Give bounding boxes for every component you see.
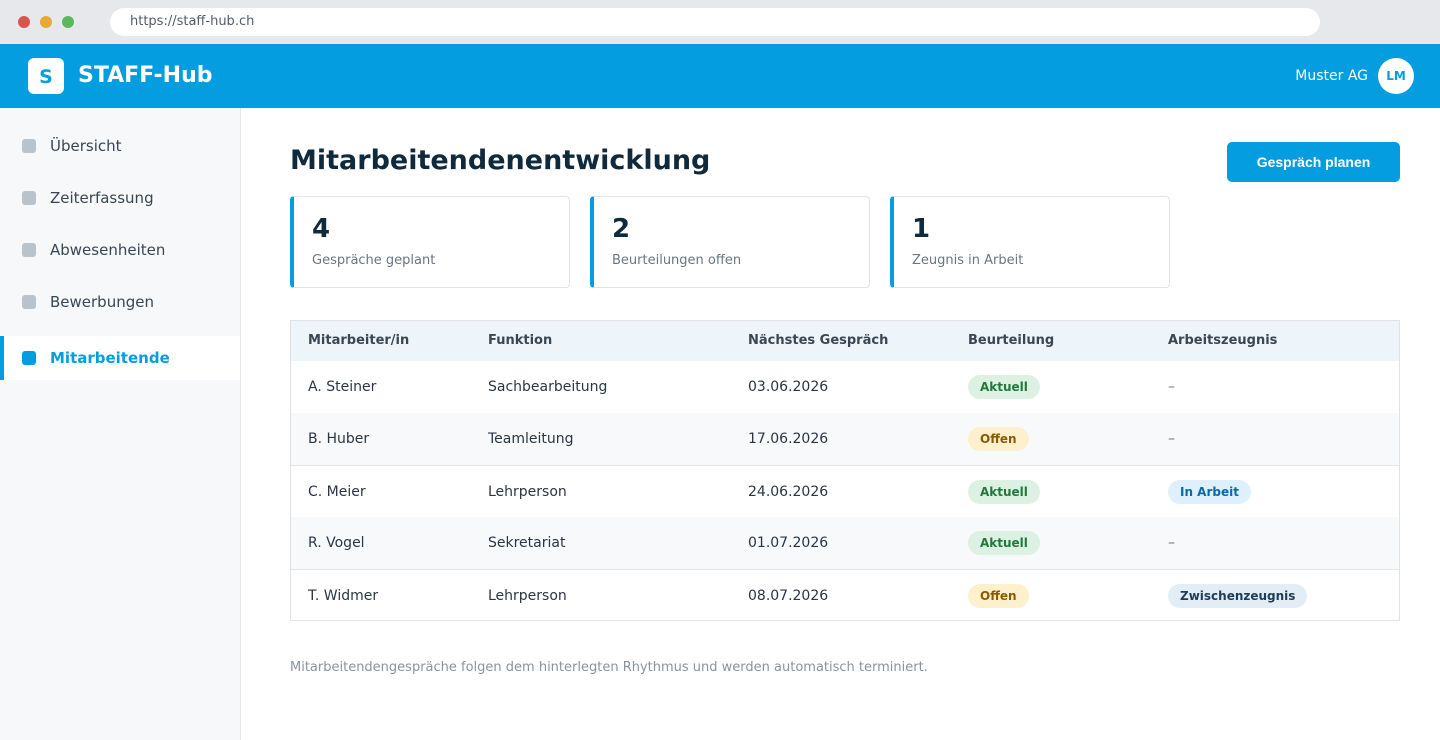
certificate-badge[interactable]: In Arbeit [1168,480,1251,504]
stat-label: Zeugnis in Arbeit [912,253,1024,268]
stat-label: Beurteilungen offen [612,253,742,268]
sidebar-item-bewerbungen[interactable]: Bewerbungen [0,280,240,324]
sidebar-item-label: Abwesenheiten [50,241,166,259]
absences-icon [22,243,36,257]
stat-card-certificates: 1 Zeugnis in Arbeit [890,196,1170,288]
table-row[interactable]: C. Meier Lehrperson 24.06.2026 Aktuell I… [291,465,1399,517]
sidebar: Übersicht Zeiterfassung Abwesenheiten Be… [0,108,241,740]
next-meeting-date: 08.07.2026 [748,588,829,604]
minimize-window-button[interactable] [40,16,52,28]
employee-function: Lehrperson [488,588,567,604]
sidebar-item-label: Mitarbeitende [50,349,170,367]
next-meeting-date: 03.06.2026 [748,379,829,395]
employee-name[interactable]: B. Huber [308,430,369,448]
employees-table: Mitarbeiter/in Funktion Nächstes Gespräc… [290,320,1400,621]
employee-name[interactable]: A. Steiner [308,378,376,396]
user-avatar[interactable]: LM [1378,58,1414,94]
stat-value: 4 [312,214,331,244]
footnote: Mitarbeitendengespräche folgen dem hinte… [290,660,928,675]
browser-bar: https://staff-hub.ch [0,0,1440,44]
certificate-empty: – [1168,535,1175,551]
page-title: Mitarbeitendenentwicklung [290,145,711,176]
sidebar-item-zeiterfassung[interactable]: Zeiterfassung [0,176,240,220]
stat-card-assessments: 2 Beurteilungen offen [590,196,870,288]
app-header: S STAFF-Hub Muster AG LM [0,44,1440,108]
column-header-assessment[interactable]: Beurteilung [968,333,1054,349]
column-header-employee[interactable]: Mitarbeiter/in [308,333,409,349]
next-meeting-date: 17.06.2026 [748,431,829,447]
maximize-window-button[interactable] [62,16,74,28]
assessment-badge[interactable]: Aktuell [968,531,1040,555]
certificate-empty: – [1168,431,1175,447]
stat-value: 1 [912,214,931,244]
assessment-badge[interactable]: Aktuell [968,480,1040,504]
app-logo[interactable]: S [28,58,64,94]
employee-function: Lehrperson [488,484,567,500]
column-header-function[interactable]: Funktion [488,333,552,349]
overview-icon [22,139,36,153]
table-row[interactable]: R. Vogel Sekretariat 01.07.2026 Aktuell … [291,517,1399,569]
applications-icon [22,295,36,309]
table-row[interactable]: B. Huber Teamleitung 17.06.2026 Offen – [291,413,1399,465]
close-window-button[interactable] [18,16,30,28]
certificate-empty: – [1168,379,1175,395]
stat-label: Gespräche geplant [312,253,436,268]
sidebar-item-label: Bewerbungen [50,293,154,311]
column-header-certificate[interactable]: Arbeitszeugnis [1168,333,1277,349]
sidebar-item-mitarbeitende[interactable]: Mitarbeitende [0,336,240,380]
stat-card-meetings: 4 Gespräche geplant [290,196,570,288]
app-name[interactable]: STAFF-Hub [78,63,213,89]
time-tracking-icon [22,191,36,205]
employee-name[interactable]: T. Widmer [308,587,378,605]
organization-name: Muster AG [1295,68,1368,84]
table-row[interactable]: A. Steiner Sachbearbeitung 03.06.2026 Ak… [291,361,1399,413]
plan-meeting-button[interactable]: Gespräch planen [1227,142,1400,182]
sidebar-item-abwesenheiten[interactable]: Abwesenheiten [0,228,240,272]
column-header-next-meeting[interactable]: Nächstes Gespräch [748,333,888,349]
assessment-badge[interactable]: Aktuell [968,375,1040,399]
next-meeting-date: 01.07.2026 [748,535,829,551]
table-header: Mitarbeiter/in Funktion Nächstes Gespräc… [291,321,1399,361]
sidebar-item-uebersicht[interactable]: Übersicht [0,124,240,168]
address-bar[interactable]: https://staff-hub.ch [110,8,1320,36]
employee-function: Teamleitung [488,431,574,447]
assessment-badge[interactable]: Offen [968,427,1029,451]
employee-function: Sachbearbeitung [488,379,608,395]
employee-function: Sekretariat [488,535,566,551]
employee-name[interactable]: R. Vogel [308,534,365,552]
assessment-badge[interactable]: Offen [968,584,1029,608]
employees-icon [22,351,36,365]
sidebar-item-label: Übersicht [50,137,122,155]
next-meeting-date: 24.06.2026 [748,484,829,500]
table-row[interactable]: T. Widmer Lehrperson 08.07.2026 Offen Zw… [291,569,1399,621]
employee-name[interactable]: C. Meier [308,483,366,501]
certificate-badge[interactable]: Zwischenzeugnis [1168,584,1308,608]
stat-value: 2 [612,214,631,244]
sidebar-item-label: Zeiterfassung [50,189,154,207]
